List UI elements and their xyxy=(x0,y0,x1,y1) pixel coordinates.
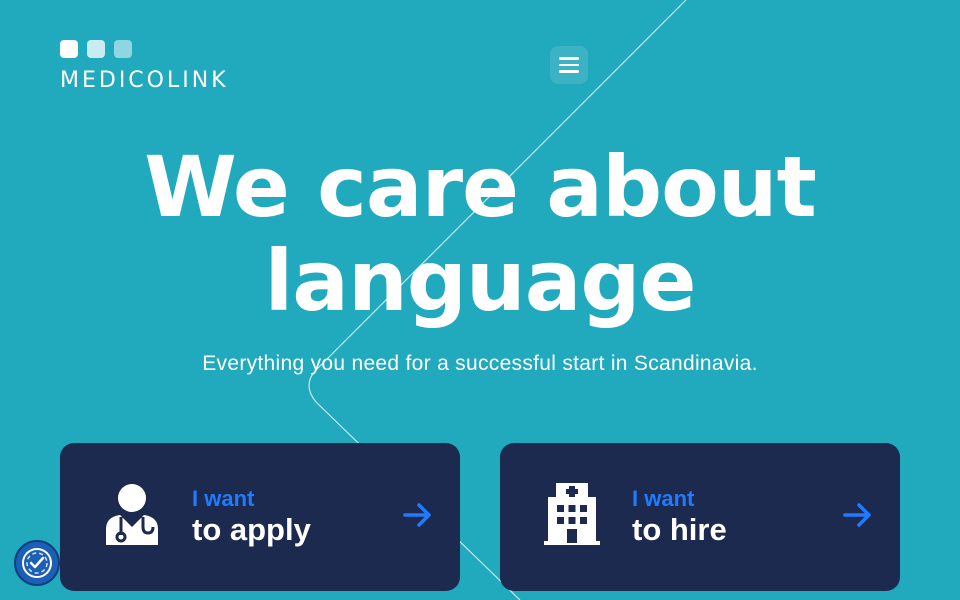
apply-card-kicker: I want xyxy=(192,486,255,511)
logo-dot xyxy=(60,40,78,58)
accessibility-icon xyxy=(22,548,52,578)
hero-subtitle: Everything you need for a successful sta… xyxy=(202,352,758,375)
hire-card-kicker: I want xyxy=(632,486,695,511)
brand-logo[interactable]: MEDICOLINK xyxy=(60,40,229,93)
hire-card-text: I want to hire xyxy=(632,487,727,549)
apply-card-label: to apply xyxy=(192,512,311,547)
hero-title-line1: We care about xyxy=(144,138,816,236)
hire-card-label: to hire xyxy=(632,512,727,547)
arrow-right-icon xyxy=(403,503,431,527)
logo-dot xyxy=(114,40,132,58)
arrow-right-icon xyxy=(843,503,871,527)
hospital-icon xyxy=(544,483,600,545)
brand-name: MEDICOLINK xyxy=(60,68,229,93)
hamburger-menu-icon xyxy=(559,57,579,73)
accessibility-button[interactable] xyxy=(14,540,60,586)
apply-card-button[interactable]: I want to apply xyxy=(60,443,460,591)
hero-title: We care about language xyxy=(0,140,960,328)
apply-card-text: I want to apply xyxy=(192,487,311,549)
hero-title-line2: language xyxy=(264,232,697,330)
site-header: MEDICOLINK xyxy=(0,0,960,110)
doctor-icon xyxy=(106,484,158,545)
menu-button[interactable] xyxy=(550,46,588,84)
logo-mark xyxy=(60,40,229,58)
logo-dot xyxy=(87,40,105,58)
hire-card-button[interactable]: I want to hire xyxy=(500,443,900,591)
